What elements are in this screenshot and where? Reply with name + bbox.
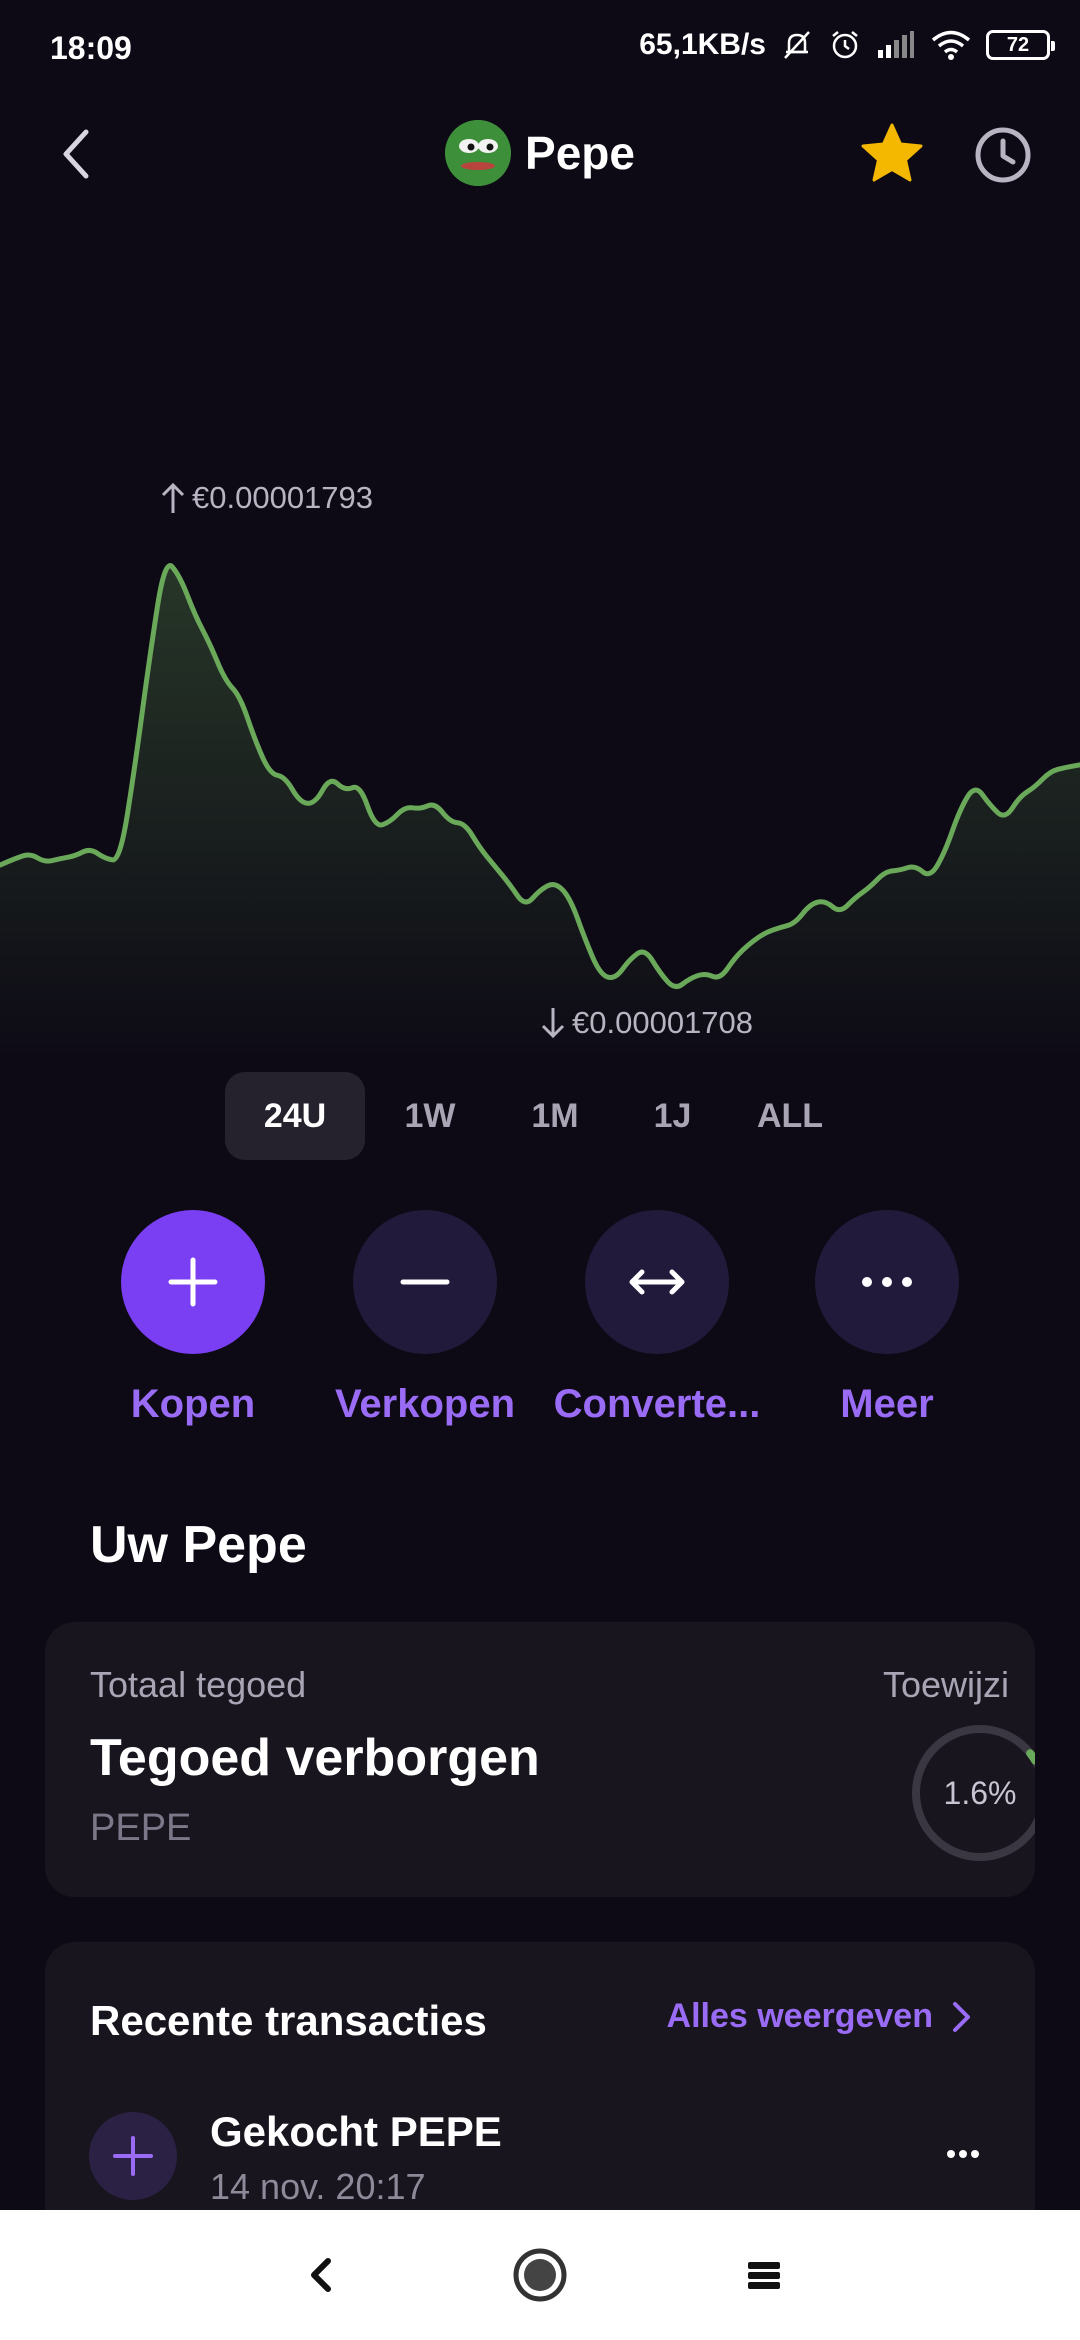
plus-icon <box>113 2136 153 2176</box>
tab-1j[interactable]: 1J <box>630 1072 715 1160</box>
tab-1m[interactable]: 1M <box>505 1072 605 1160</box>
nav-back-button[interactable] <box>290 2243 354 2307</box>
nav-home-icon <box>513 2248 567 2302</box>
balance-unit: PEPE <box>90 1807 192 1849</box>
buy-button[interactable] <box>121 1210 265 1354</box>
total-balance-label: Totaal tegoed <box>90 1664 307 1705</box>
more-dots-icon <box>862 1277 912 1287</box>
convert-label[interactable]: Converte... <box>547 1382 767 1427</box>
sell-action[interactable]: Verkopen <box>315 1210 535 1440</box>
transactions-title: Recente transacties <box>90 1997 487 2044</box>
price-chart[interactable] <box>0 440 1080 1060</box>
nav-menu-icon <box>748 2262 780 2289</box>
more-button[interactable] <box>815 1210 959 1354</box>
transaction-type-icon <box>89 2112 177 2200</box>
convert-action[interactable]: Converte... <box>547 1210 767 1440</box>
total-balance-value: Tegoed verborgen <box>90 1729 540 1787</box>
tab-all[interactable]: ALL <box>740 1072 840 1160</box>
transaction-more-button[interactable] <box>933 2124 993 2184</box>
battery-icon: 72 <box>986 30 1055 60</box>
status-time: 18:09 <box>50 30 132 66</box>
nav-back-icon <box>311 2258 331 2292</box>
wifi-icon <box>931 30 971 60</box>
price-high-label: €0.00001793 <box>160 480 373 516</box>
view-all-link[interactable]: Alles weergeven <box>667 1997 973 2036</box>
convert-arrows-icon <box>629 1269 685 1295</box>
header: Pepe <box>0 110 1080 200</box>
more-action[interactable]: Meer <box>777 1210 997 1440</box>
buy-action[interactable]: Kopen <box>83 1210 303 1440</box>
chevron-right-icon <box>953 2001 970 2032</box>
pepe-logo <box>445 120 512 186</box>
price-low-label: €0.00001708 <box>540 1005 753 1041</box>
section-title: Uw Pepe <box>90 1516 307 1574</box>
price-area <box>0 565 1080 1060</box>
tab-24u[interactable]: 24U <box>225 1072 365 1160</box>
transaction-name: Gekocht PEPE <box>210 2108 502 2155</box>
arrow-down-icon <box>541 1008 565 1039</box>
convert-button[interactable] <box>585 1210 729 1354</box>
battery-level: 72 <box>1006 33 1030 56</box>
allocation-percent: 1.6% <box>943 1774 1017 1811</box>
transaction-date: 14 nov. 20:17 <box>210 2166 426 2207</box>
history-clock-icon[interactable] <box>972 124 1034 186</box>
status-icons: 65,1KB/s 72 <box>639 28 1055 62</box>
transaction-row[interactable]: Gekocht PEPE 14 nov. 20:17 <box>45 2102 1035 2212</box>
nav-home-button[interactable] <box>508 2243 572 2307</box>
page-title: Pepe <box>525 127 635 179</box>
minus-icon <box>400 1279 450 1285</box>
sell-label[interactable]: Verkopen <box>315 1382 535 1427</box>
arrow-up-icon <box>161 482 185 513</box>
plus-icon <box>168 1257 218 1307</box>
signal-icon <box>878 31 914 58</box>
system-nav-bar <box>0 2210 1080 2340</box>
more-label[interactable]: Meer <box>777 1382 997 1427</box>
sell-button[interactable] <box>353 1210 497 1354</box>
star-icon[interactable] <box>858 120 926 188</box>
alarm-icon <box>832 31 858 59</box>
more-dots-icon <box>947 2150 979 2158</box>
allocation-label: Toewijzi <box>883 1664 1010 1705</box>
buy-label[interactable]: Kopen <box>83 1382 303 1427</box>
holding-card[interactable]: Totaal tegoed Tegoed verborgen PEPE Toew… <box>45 1622 1035 1897</box>
network-speed: 65,1KB/s <box>639 28 766 61</box>
view-all-label[interactable]: Alles weergeven <box>667 1997 933 2036</box>
mute-bell-icon <box>784 31 810 59</box>
price-high-value: €0.00001793 <box>192 480 374 515</box>
range-tabs: 24U 1W 1M 1J ALL <box>0 1072 1080 1160</box>
nav-menu-button[interactable] <box>732 2243 796 2307</box>
tab-1w[interactable]: 1W <box>380 1072 480 1160</box>
status-bar: 18:09 65,1KB/s 72 <box>0 0 1080 100</box>
price-low-value: €0.00001708 <box>572 1005 754 1040</box>
